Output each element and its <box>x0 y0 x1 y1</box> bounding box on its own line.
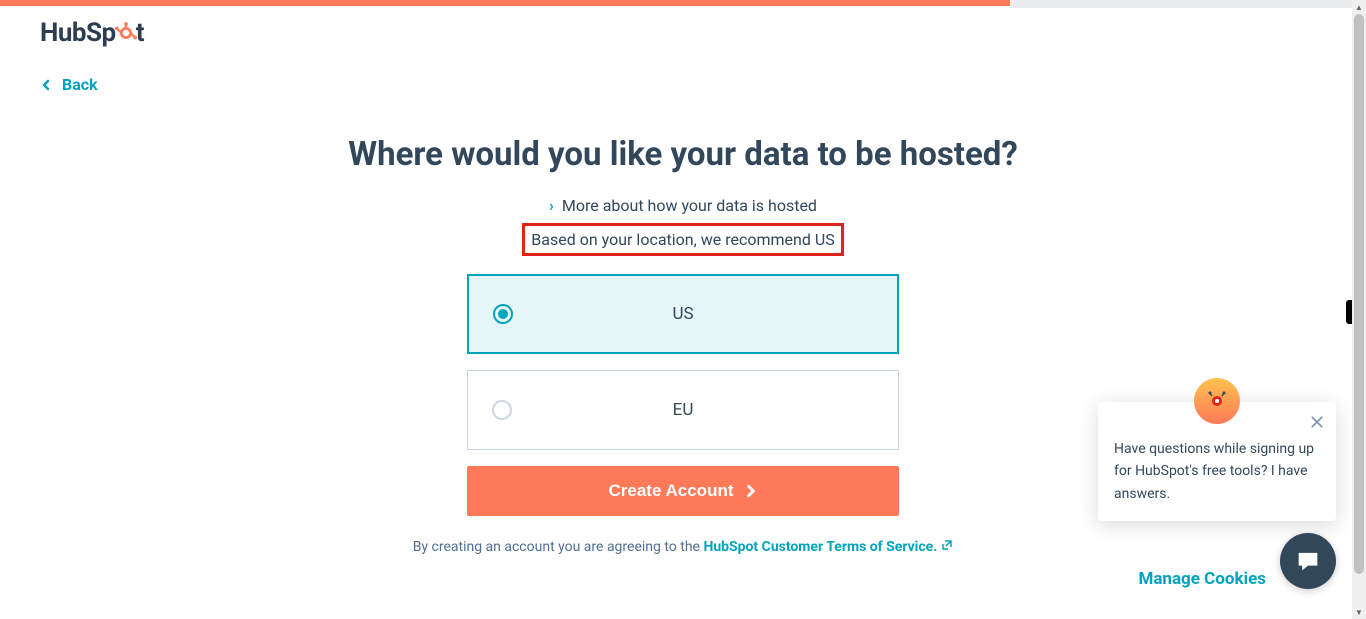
external-link-icon <box>941 536 953 560</box>
create-account-button[interactable]: Create Account <box>467 466 899 516</box>
more-info-label: More about how your data is hosted <box>562 196 817 215</box>
chat-launcher-button[interactable] <box>1280 533 1336 589</box>
progress-bar <box>0 0 1010 6</box>
terms-text: By creating an account you are agreeing … <box>413 536 954 560</box>
progress-bar-remaining <box>1010 0 1352 8</box>
back-button[interactable]: Back <box>40 75 98 94</box>
terms-prefix: By creating an account you are agreeing … <box>413 539 704 555</box>
hosting-options: US EU <box>467 274 899 450</box>
option-eu[interactable]: EU <box>467 370 899 450</box>
chat-message: Have questions while signing up for HubS… <box>1114 438 1320 505</box>
option-label: EU <box>492 400 874 420</box>
option-label: US <box>493 304 873 324</box>
more-info-toggle[interactable]: › More about how your data is hosted <box>549 196 817 215</box>
chat-avatar-icon <box>1194 378 1240 424</box>
option-us[interactable]: US <box>467 274 899 354</box>
recommendation-text: Based on your location, we recommend US <box>522 223 843 256</box>
chevron-right-icon <box>744 484 758 498</box>
chat-icon <box>1294 547 1322 575</box>
scroll-down-icon[interactable]: ▼ <box>1354 607 1364 617</box>
chevron-right-icon: › <box>549 196 554 215</box>
chat-popup: Have questions while signing up for HubS… <box>1098 402 1336 521</box>
scroll-up-icon[interactable]: ▲ <box>1354 2 1364 12</box>
scrollbar-thumb[interactable] <box>1354 14 1364 574</box>
hubspot-logo: HubSp t <box>40 18 144 48</box>
back-label: Back <box>62 75 98 94</box>
create-account-label: Create Account <box>608 481 733 501</box>
manage-cookies-link[interactable]: Manage Cookies <box>1138 569 1266 589</box>
chevron-left-icon <box>40 79 52 91</box>
window-scrollbar[interactable]: ▲ ▼ <box>1352 0 1366 619</box>
terms-link[interactable]: HubSpot Customer Terms of Service. <box>703 539 953 555</box>
page-title: Where would you like your data to be hos… <box>348 135 1018 174</box>
close-icon[interactable] <box>1310 414 1324 436</box>
